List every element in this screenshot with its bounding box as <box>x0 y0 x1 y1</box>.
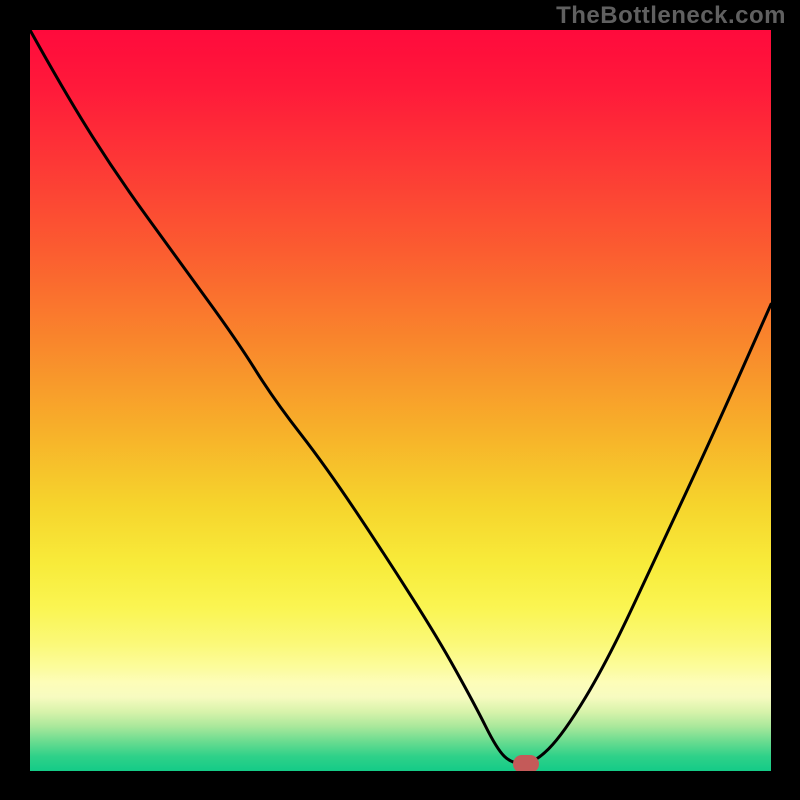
watermark-label: TheBottleneck.com <box>556 2 786 30</box>
bottleneck-curve-path <box>30 30 771 764</box>
plot-area <box>30 30 771 771</box>
bottleneck-curve <box>30 30 771 771</box>
optimal-point-marker <box>513 755 539 771</box>
chart-frame: TheBottleneck.com <box>0 0 800 800</box>
